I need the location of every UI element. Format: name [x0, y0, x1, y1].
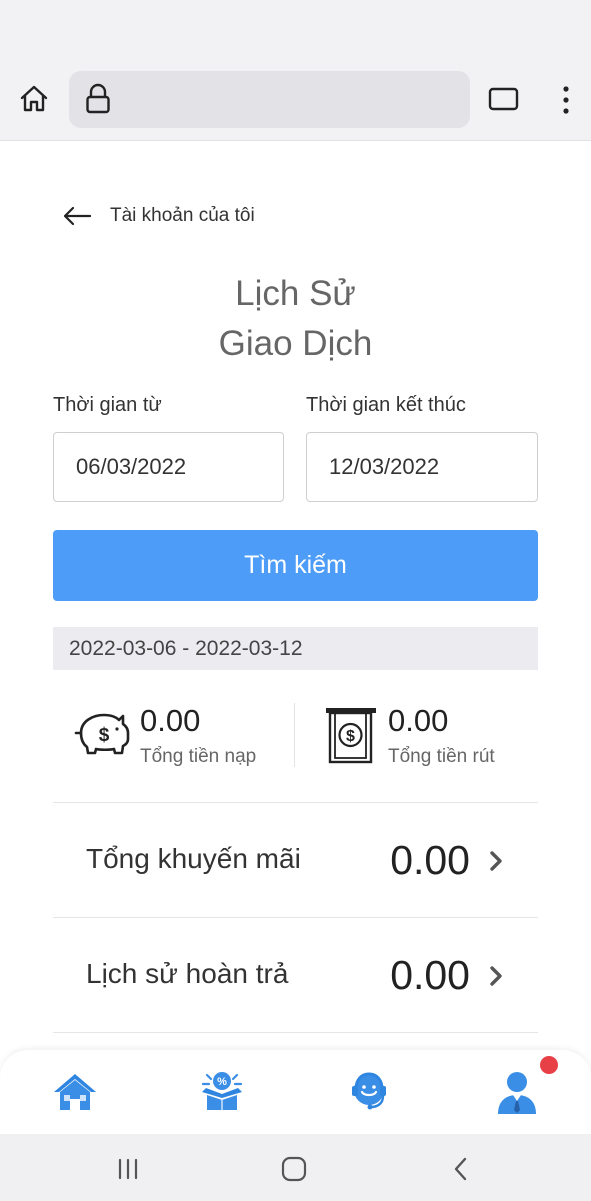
divider	[53, 1032, 538, 1033]
from-date-input[interactable]	[53, 432, 284, 502]
page-title-line2: Giao Dịch	[218, 324, 373, 363]
deposit-total: $ 0.00 Tổng tiền nạp	[73, 701, 283, 771]
promotion-total-row[interactable]: Tổng khuyến mãi 0.00	[53, 803, 538, 918]
back-icon[interactable]	[446, 1154, 476, 1184]
refund-history-label: Lịch sử hoàn trả	[86, 958, 289, 989]
more-vert-icon[interactable]	[556, 84, 576, 116]
url-bar[interactable]	[69, 71, 470, 128]
transaction-history-page: Tài khoản của tôi Lịch Sử Giao Dịch Thời…	[0, 141, 591, 1133]
recents-icon[interactable]	[113, 1154, 143, 1184]
lock-icon	[85, 83, 111, 115]
nav-home-icon[interactable]	[51, 1068, 99, 1116]
refund-history-value: 0.00	[390, 952, 470, 998]
nav-support-icon[interactable]	[345, 1068, 393, 1116]
bottom-nav: %	[0, 1050, 591, 1134]
browser-home-icon[interactable]	[18, 83, 50, 115]
chevron-right-icon	[490, 851, 502, 871]
notification-badge	[540, 1056, 558, 1074]
promotion-total-value: 0.00	[390, 837, 470, 883]
piggy-bank-icon: $	[73, 703, 131, 770]
withdraw-total-value: 0.00	[388, 703, 449, 738]
to-date-label: Thời gian kết thúc	[306, 394, 466, 416]
page-title: Lịch Sử Giao Dịch	[0, 269, 591, 369]
promotion-total-label: Tổng khuyến mãi	[86, 843, 301, 874]
nav-account-icon[interactable]	[493, 1068, 541, 1116]
cash-withdraw-icon: $	[325, 703, 377, 770]
svg-text:%: %	[217, 1076, 227, 1088]
from-date-label: Thời gian từ	[53, 394, 162, 416]
withdraw-total: $ 0.00 Tổng tiền rút	[325, 701, 535, 771]
browser-toolbar	[0, 0, 591, 141]
chevron-right-icon	[490, 966, 502, 986]
page-title-line1: Lịch Sử	[235, 274, 356, 313]
svg-text:$: $	[99, 725, 110, 746]
arrow-left-icon	[63, 206, 92, 226]
home-circle-icon[interactable]	[279, 1154, 309, 1184]
deposit-total-label: Tổng tiền nạp	[140, 746, 257, 767]
stats-divider	[294, 703, 295, 767]
back-link[interactable]: Tài khoản của tôi	[62, 201, 255, 231]
withdraw-total-label: Tổng tiền rút	[388, 746, 495, 767]
totals-summary: $ 0.00 Tổng tiền nạp $ 0.00 Tổng tiền rú…	[53, 701, 538, 771]
back-link-label: Tài khoản của tôi	[110, 205, 255, 226]
refund-history-row[interactable]: Lịch sử hoàn trả 0.00	[53, 918, 538, 1033]
tabs-icon[interactable]	[488, 86, 520, 112]
to-date-input[interactable]	[306, 432, 538, 502]
date-range-summary: 2022-03-06 - 2022-03-12	[53, 627, 538, 670]
deposit-total-value: 0.00	[140, 703, 201, 738]
svg-text:$: $	[346, 728, 355, 745]
search-button[interactable]: Tìm kiếm	[53, 530, 538, 601]
nav-promotion-icon[interactable]: %	[198, 1068, 246, 1116]
system-nav-bar	[0, 1134, 591, 1201]
